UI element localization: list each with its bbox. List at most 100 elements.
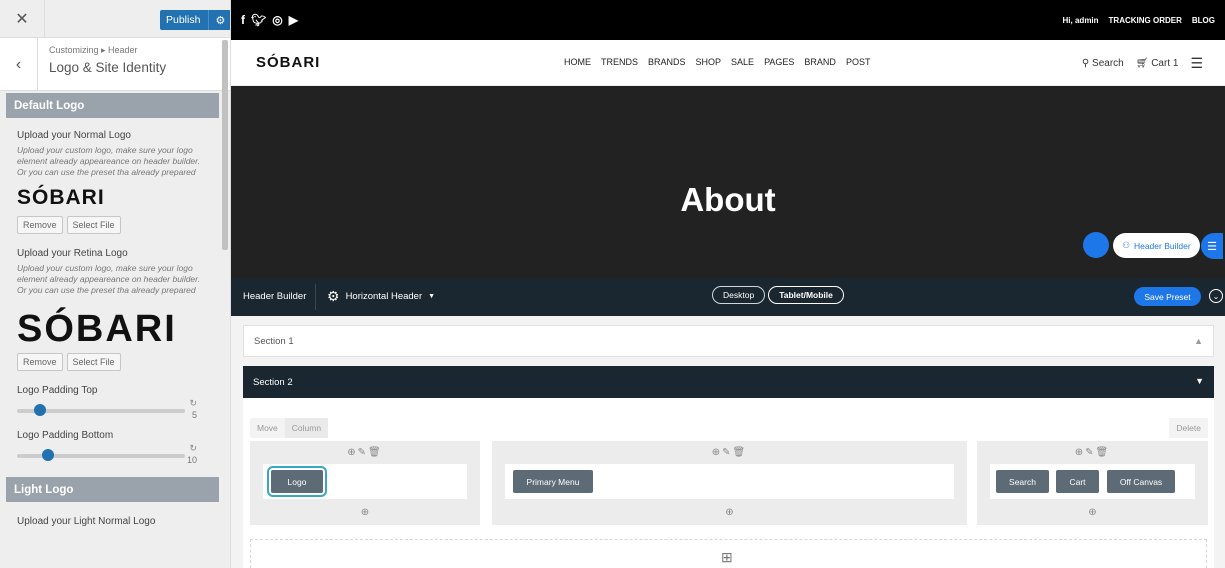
menu-item-post[interactable]: POST xyxy=(846,57,871,67)
column-button[interactable]: Column xyxy=(284,418,329,438)
publish-label: Publish xyxy=(166,14,201,26)
default-logo-heading: Default Logo xyxy=(6,93,219,118)
gear-icon[interactable]: ⚙ xyxy=(208,10,230,30)
tablet-mobile-button[interactable]: Tablet/Mobile xyxy=(768,286,844,304)
collapse-icon[interactable]: ⌄ xyxy=(1209,289,1223,303)
select-normal-logo-button[interactable]: Select File xyxy=(66,216,121,234)
add-element-icon[interactable]: ⊕ xyxy=(492,507,967,518)
blue-dot-button[interactable] xyxy=(1083,232,1109,258)
list-icon[interactable]: ☰ xyxy=(1201,233,1223,259)
move-button[interactable]: Move xyxy=(250,418,285,438)
padding-bottom-value: 10 xyxy=(186,455,197,465)
header-builder-bar: Header Builder ⚙ Horizontal Header ▼ Des… xyxy=(231,278,1225,316)
reset-icon[interactable]: ↻ xyxy=(189,398,197,409)
remove-normal-logo-button[interactable]: Remove xyxy=(17,216,63,234)
chevron-left-icon: ‹ xyxy=(15,55,22,73)
menu-item-brands[interactable]: BRANDS xyxy=(648,57,686,67)
remove-retina-logo-button[interactable]: Remove xyxy=(17,353,63,371)
section-title: Logo & Site Identity xyxy=(49,60,167,75)
header-builder-toggle[interactable]: ⚇ Header Builder xyxy=(1113,233,1200,258)
padding-top-value: 5 xyxy=(191,410,197,420)
menu-item-shop[interactable]: SHOP xyxy=(696,57,722,67)
add-section-icon[interactable]: ⊞ xyxy=(721,549,733,566)
select-retina-logo-button[interactable]: Select File xyxy=(66,353,121,371)
tracking-order-link[interactable]: TRACKING ORDER xyxy=(1109,16,1182,25)
padding-bottom-label: Logo Padding Bottom xyxy=(17,430,114,441)
menu-item-home[interactable]: HOME xyxy=(564,57,591,67)
primary-menu-element[interactable]: Primary Menu xyxy=(513,470,593,493)
column-toolbar[interactable]: ⊕✎🗑︎ xyxy=(492,447,967,458)
site-logo[interactable]: SÓBARI xyxy=(256,54,320,71)
padding-top-slider[interactable]: ↻ 5 xyxy=(17,396,217,422)
sitemap-icon: ⚇ xyxy=(1122,240,1130,250)
instagram-icon[interactable]: ◎ xyxy=(272,13,282,27)
caret-down-icon[interactable]: ▼ xyxy=(1195,376,1204,386)
divider xyxy=(315,284,316,310)
column-drop-row: Search Cart Off Canvas xyxy=(990,464,1195,499)
cart-label: Cart 1 xyxy=(1151,58,1179,69)
menu-item-trends[interactable]: TRENDS xyxy=(601,57,638,67)
retina-logo-label: Upload your Retina Logo xyxy=(17,248,128,259)
menu-item-pages[interactable]: PAGES xyxy=(764,57,794,67)
header-builder-label: Header Builder xyxy=(243,291,307,302)
column-center: ⊕✎🗑︎ Primary Menu ⊕ xyxy=(492,441,967,525)
greeting-link[interactable]: Hi, admin xyxy=(1063,16,1099,25)
normal-logo-label: Upload your Normal Logo xyxy=(17,130,131,141)
top-bar: f 🐦︎ ◎ ▶ Hi, admin TRACKING ORDER BLOG xyxy=(231,0,1225,40)
back-button[interactable]: ‹ xyxy=(0,38,38,91)
twitter-icon[interactable]: 🐦︎ xyxy=(251,13,266,27)
blog-link[interactable]: BLOG xyxy=(1192,16,1215,25)
search-label: Search xyxy=(1092,58,1124,69)
menu-item-sale[interactable]: SALE xyxy=(731,57,754,67)
gear-icon: ⚙ xyxy=(327,288,340,304)
light-normal-logo-label: Upload your Light Normal Logo xyxy=(17,516,156,527)
header-type-dropdown[interactable]: ⚙ Horizontal Header ▼ xyxy=(327,288,435,305)
hero-title: About xyxy=(680,181,776,218)
logo-element[interactable]: Logo xyxy=(267,466,327,497)
search-button[interactable]: ⚲ Search xyxy=(1082,58,1124,69)
delete-button[interactable]: Delete xyxy=(1169,418,1208,438)
header-builder-pill-label: Header Builder xyxy=(1133,240,1191,251)
customizer-topbar: ✕ Publish ⚙ xyxy=(0,0,230,38)
search-element[interactable]: Search xyxy=(996,470,1049,493)
cart-element[interactable]: Cart xyxy=(1056,470,1099,493)
customizer-sidebar: ✕ Publish ⚙ ‹ Customizing ▸ Header Logo … xyxy=(0,0,231,568)
caret-up-icon[interactable]: ▲ xyxy=(1194,336,1203,346)
column-drop-row: Primary Menu xyxy=(505,464,954,499)
builder-canvas: Section 1 ▲ Section 2 ▼ Move Column Dele… xyxy=(231,316,1225,568)
caret-down-icon: ▼ xyxy=(428,293,436,300)
add-element-icon[interactable]: ⊕ xyxy=(977,507,1208,518)
normal-logo-description: Upload your custom logo, make sure your … xyxy=(17,145,201,177)
add-section-area[interactable]: ⊞ xyxy=(250,539,1207,568)
section-2-header[interactable]: Section 2 ▼ xyxy=(243,366,1214,398)
column-toolbar[interactable]: ⊕✎🗑︎ xyxy=(977,447,1208,458)
hero-banner: About ⚇ Header Builder ☰ xyxy=(231,86,1225,278)
light-logo-heading: Light Logo xyxy=(6,477,219,502)
padding-bottom-slider[interactable]: ↻ 10 xyxy=(17,441,217,467)
hamburger-icon[interactable]: ☰ xyxy=(1190,55,1203,72)
add-element-icon[interactable]: ⊕ xyxy=(250,507,480,518)
facebook-icon[interactable]: f xyxy=(241,13,245,27)
cart-button[interactable]: 🛒︎ Cart 1 xyxy=(1136,58,1179,69)
youtube-icon[interactable]: ▶ xyxy=(289,13,298,27)
publish-button[interactable]: Publish ⚙ xyxy=(160,10,230,30)
slider-handle[interactable] xyxy=(33,404,46,416)
section-1-header[interactable]: Section 1 ▲ xyxy=(243,325,1214,357)
normal-logo-preview: SÓBARI xyxy=(17,186,105,209)
sidebar-scrollbar[interactable] xyxy=(222,40,228,250)
section-header: ‹ Customizing ▸ Header Logo & Site Ident… xyxy=(0,38,230,91)
close-icon: ✕ xyxy=(15,11,29,28)
slider-handle[interactable] xyxy=(42,449,55,461)
column-toolbar[interactable]: ⊕✎🗑︎ xyxy=(250,447,480,458)
close-customizer-button[interactable]: ✕ xyxy=(0,0,45,38)
top-bar-links: Hi, admin TRACKING ORDER BLOG xyxy=(1063,16,1215,25)
search-icon: ⚲ xyxy=(1081,58,1090,69)
column-tools: Move Column xyxy=(250,418,329,438)
save-preset-button[interactable]: Save Preset xyxy=(1134,287,1201,306)
menu-item-brand[interactable]: BRAND xyxy=(804,57,836,67)
reset-icon[interactable]: ↻ xyxy=(189,443,197,454)
header-type-label: Horizontal Header xyxy=(345,291,423,302)
main-nav: SÓBARI HOME TRENDS BRANDS SHOP SALE PAGE… xyxy=(231,40,1225,86)
off-canvas-element[interactable]: Off Canvas xyxy=(1107,470,1175,493)
desktop-button[interactable]: Desktop xyxy=(712,286,766,304)
